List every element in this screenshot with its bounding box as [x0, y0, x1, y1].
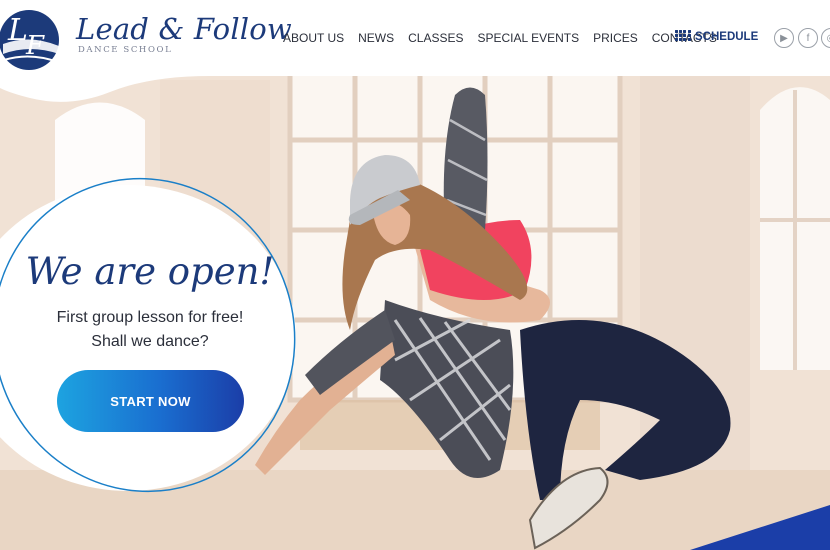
youtube-icon[interactable]: ▶ [774, 28, 794, 48]
nav-item-prices[interactable]: PRICES [593, 31, 638, 45]
promo-title: We are open! [25, 250, 275, 293]
calendar-grid-icon [675, 30, 691, 43]
start-now-button[interactable]: START NOW [57, 370, 244, 432]
svg-text:L: L [7, 13, 28, 48]
brand-name: Lead & Follow [76, 12, 292, 46]
nav-item-special-events[interactable]: SPECIAL EVENTS [477, 31, 579, 45]
facebook-icon[interactable]: f [798, 28, 818, 48]
promo-line-2: Shall we dance? [91, 333, 209, 350]
brand-subtitle: DANCE SCHOOL [78, 45, 173, 55]
nav-item-classes[interactable]: CLASSES [408, 31, 463, 45]
schedule-label: SCHEDULE [695, 30, 759, 43]
nav-item-about-us[interactable]: ABOUT US [283, 31, 344, 45]
logo-mark-icon: L F [0, 10, 59, 70]
schedule-link[interactable]: SCHEDULE [675, 30, 758, 43]
nav-item-news[interactable]: NEWS [358, 31, 394, 45]
main-nav: ABOUT US NEWS CLASSES SPECIAL EVENTS PRI… [283, 31, 731, 45]
promo-line-1: First group lesson for free! [56, 309, 244, 326]
